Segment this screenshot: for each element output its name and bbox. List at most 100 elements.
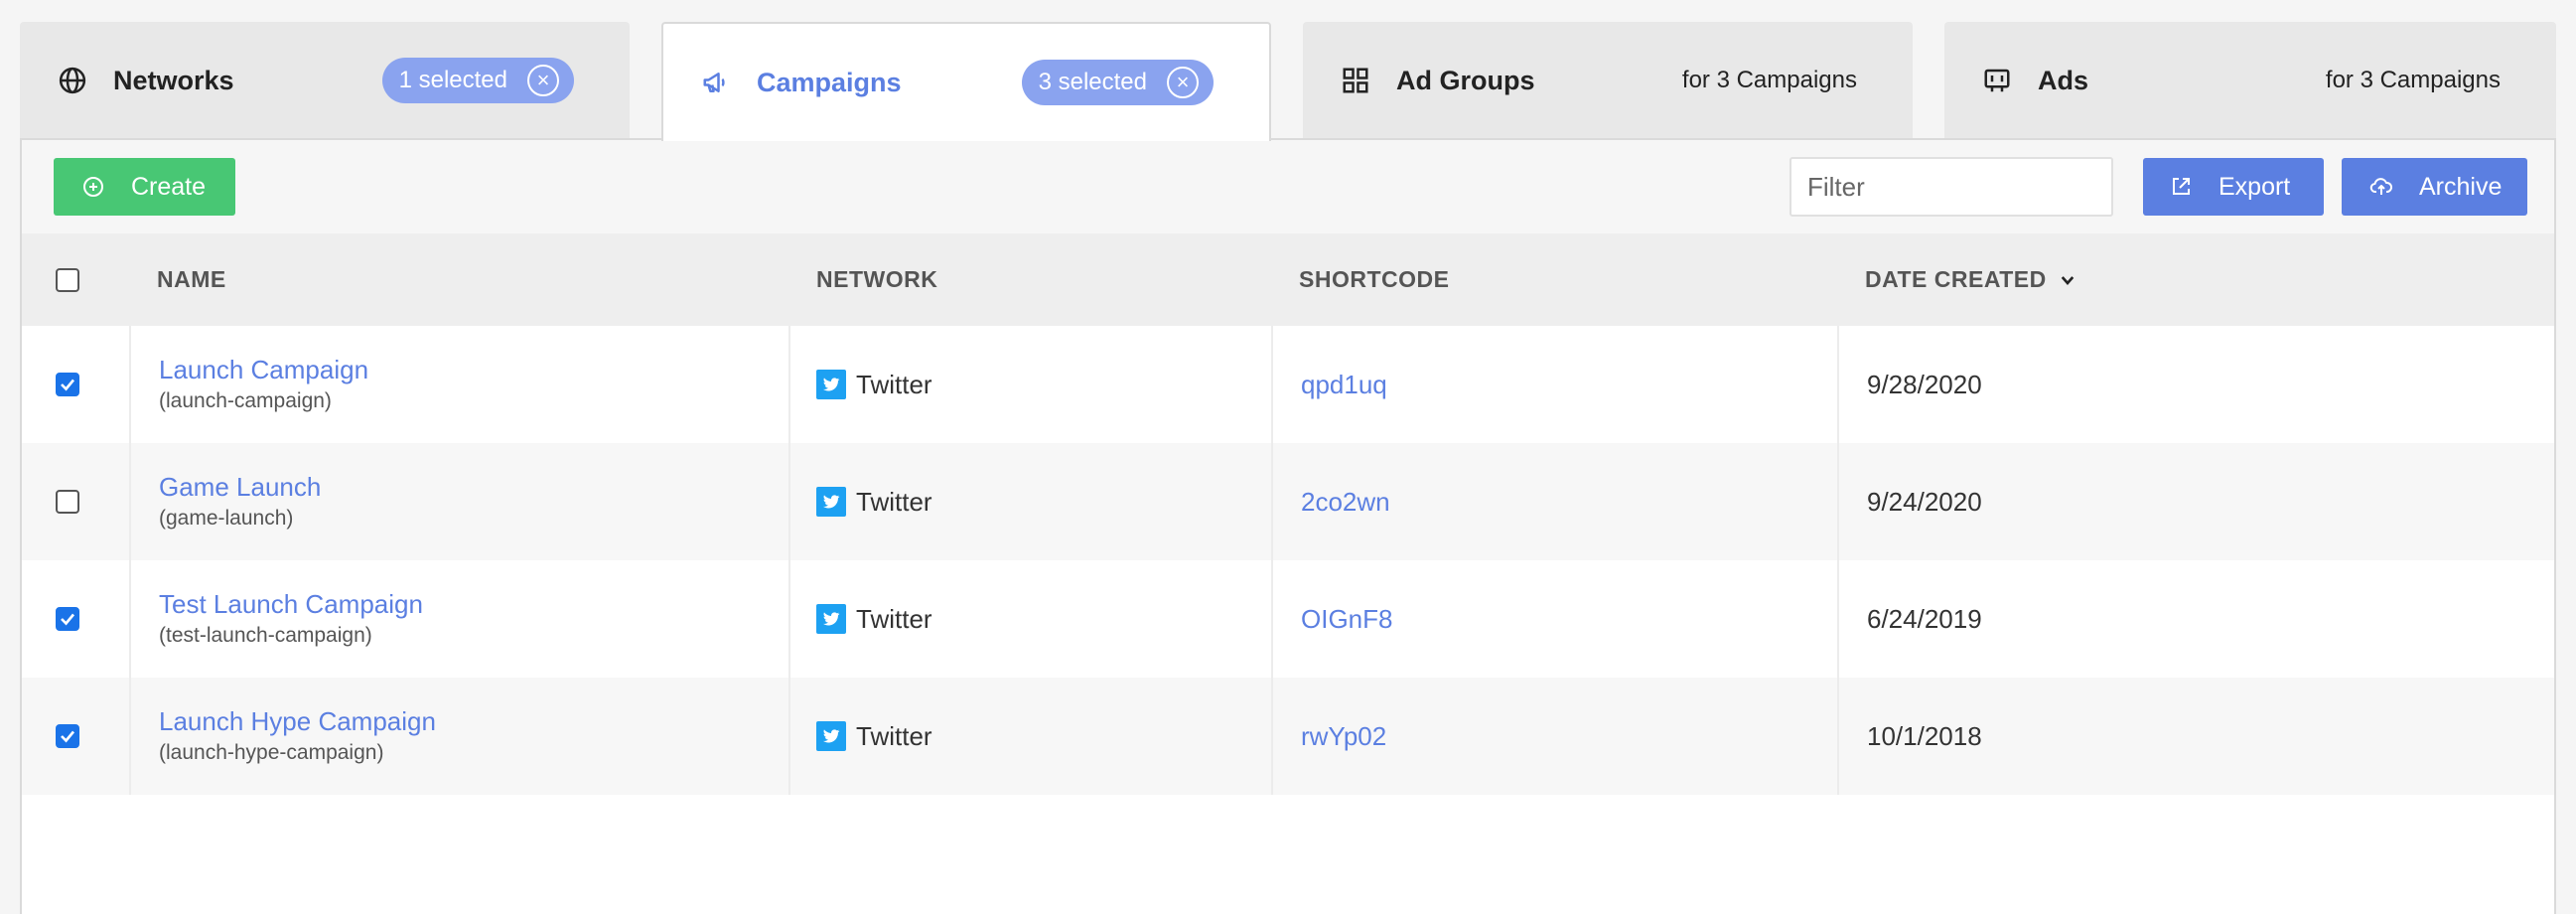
network-name: Twitter (856, 720, 932, 751)
tab-ad-groups[interactable]: Ad Groups for 3 Campaigns (1303, 22, 1913, 139)
toolbar: Create Export Archive (22, 140, 2554, 233)
column-divider (1271, 326, 1273, 443)
column-divider (788, 678, 790, 795)
date-created: 10/1/2018 (1867, 720, 1982, 751)
column-divider (1837, 443, 1839, 560)
campaign-name-link[interactable]: Test Launch Campaign (159, 587, 423, 621)
twitter-icon (816, 370, 846, 399)
column-header-date-created[interactable]: DATE CREATED (1865, 233, 2076, 326)
network-cell: Twitter (816, 560, 932, 678)
date-cell: 10/1/2018 (1867, 678, 1982, 795)
table-row[interactable]: Launch Hype Campaign (launch-hype-campai… (22, 678, 2554, 795)
column-divider (1837, 560, 1839, 678)
column-divider (129, 443, 131, 560)
column-divider (1271, 560, 1273, 678)
date-created: 9/24/2020 (1867, 486, 1982, 517)
column-divider (129, 678, 131, 795)
select-all-checkbox[interactable] (56, 267, 79, 292)
column-divider (1837, 326, 1839, 443)
campaign-name-link[interactable]: Game Launch (159, 470, 321, 504)
create-button-label: Create (131, 172, 207, 201)
row-select-cell (56, 443, 79, 560)
shortcode-cell: OIGnF8 (1301, 560, 1392, 678)
table-row[interactable]: Test Launch Campaign (test-launch-campai… (22, 560, 2554, 678)
column-divider (788, 560, 790, 678)
cloud-upload-icon (2369, 175, 2393, 199)
clear-selection-icon[interactable]: × (527, 65, 559, 96)
tab-campaigns[interactable]: Campaigns 3 selected × (661, 22, 1271, 141)
name-cell: Test Launch Campaign (test-launch-campai… (159, 560, 423, 678)
filter-input[interactable] (1789, 157, 2113, 217)
column-divider (1837, 678, 1839, 795)
megaphone-icon (701, 68, 731, 97)
column-header-name[interactable]: NAME (157, 233, 226, 326)
table-header: NAME NETWORK SHORTCODE DATE CREATED (22, 233, 2554, 326)
row-checkbox[interactable] (56, 607, 79, 631)
create-button[interactable]: Create (54, 158, 236, 216)
row-checkbox[interactable] (56, 724, 79, 748)
column-header-shortcode[interactable]: SHORTCODE (1299, 233, 1449, 326)
selection-badge: 3 selected × (1021, 60, 1214, 105)
tab-note: for 3 Campaigns (2325, 67, 2501, 93)
date-cell: 6/24/2019 (1867, 560, 1982, 678)
row-select-cell (56, 560, 79, 678)
network-name: Twitter (856, 603, 932, 634)
column-divider (129, 560, 131, 678)
tab-networks[interactable]: Networks 1 selected × (20, 22, 630, 139)
campaign-slug: (launch-hype-campaign) (159, 741, 384, 764)
shortcode-cell: rwYp02 (1301, 678, 1386, 795)
date-created: 9/28/2020 (1867, 369, 1982, 399)
column-divider (129, 326, 131, 443)
grid-icon (1341, 66, 1370, 95)
selection-badge: 1 selected × (381, 58, 574, 103)
date-cell: 9/24/2020 (1867, 443, 1982, 560)
date-created: 6/24/2019 (1867, 603, 1982, 634)
tab-label: Campaigns (757, 67, 902, 97)
badge-text: 3 selected (1038, 69, 1147, 95)
tab-ads[interactable]: Ads for 3 Campaigns (1944, 22, 2556, 139)
globe-icon (58, 66, 87, 95)
row-select-cell (56, 678, 79, 795)
network-cell: Twitter (816, 443, 932, 560)
badge-text: 1 selected (398, 67, 507, 93)
column-divider (788, 443, 790, 560)
twitter-icon (816, 604, 846, 634)
name-cell: Game Launch (game-launch) (159, 443, 321, 560)
shortcode-cell: 2co2wn (1301, 443, 1390, 560)
name-cell: Launch Campaign (launch-campaign) (159, 326, 368, 443)
name-cell: Launch Hype Campaign (launch-hype-campai… (159, 678, 436, 795)
row-checkbox[interactable] (56, 490, 79, 514)
row-checkbox[interactable] (56, 373, 79, 396)
column-header-label: DATE CREATED (1865, 266, 2047, 292)
column-header-network[interactable]: NETWORK (816, 233, 937, 326)
export-button[interactable]: Export (2143, 158, 2325, 216)
clear-selection-icon[interactable]: × (1167, 67, 1199, 98)
twitter-icon (816, 721, 846, 751)
twitter-icon (816, 487, 846, 517)
network-name: Twitter (856, 486, 932, 517)
shortcode-link[interactable]: 2co2wn (1301, 487, 1390, 518)
shortcode-link[interactable]: rwYp02 (1301, 721, 1386, 752)
campaign-name-link[interactable]: Launch Hype Campaign (159, 704, 436, 738)
tab-label: Ads (2038, 65, 2089, 95)
shortcode-link[interactable]: qpd1uq (1301, 370, 1387, 400)
shortcode-link[interactable]: OIGnF8 (1301, 604, 1392, 635)
network-cell: Twitter (816, 326, 932, 443)
table-row[interactable]: Game Launch (game-launch) Twitter 2co2wn… (22, 443, 2554, 560)
plus-circle-icon (81, 175, 105, 199)
export-button-label: Export (2218, 172, 2291, 201)
campaign-name-link[interactable]: Launch Campaign (159, 353, 368, 386)
chevron-down-icon (2059, 271, 2076, 289)
shortcode-cell: qpd1uq (1301, 326, 1387, 443)
ad-icon (1982, 66, 2012, 95)
row-select-cell (56, 326, 79, 443)
table-row[interactable]: Launch Campaign (launch-campaign) Twitte… (22, 326, 2554, 443)
campaign-slug: (game-launch) (159, 507, 294, 530)
campaign-slug: (test-launch-campaign) (159, 624, 372, 647)
archive-button[interactable]: Archive (2342, 158, 2528, 216)
tab-label: Ad Groups (1396, 65, 1535, 95)
network-name: Twitter (856, 369, 932, 399)
external-link-icon (2169, 175, 2193, 199)
campaign-slug: (launch-campaign) (159, 389, 332, 412)
tab-label: Networks (113, 65, 234, 95)
